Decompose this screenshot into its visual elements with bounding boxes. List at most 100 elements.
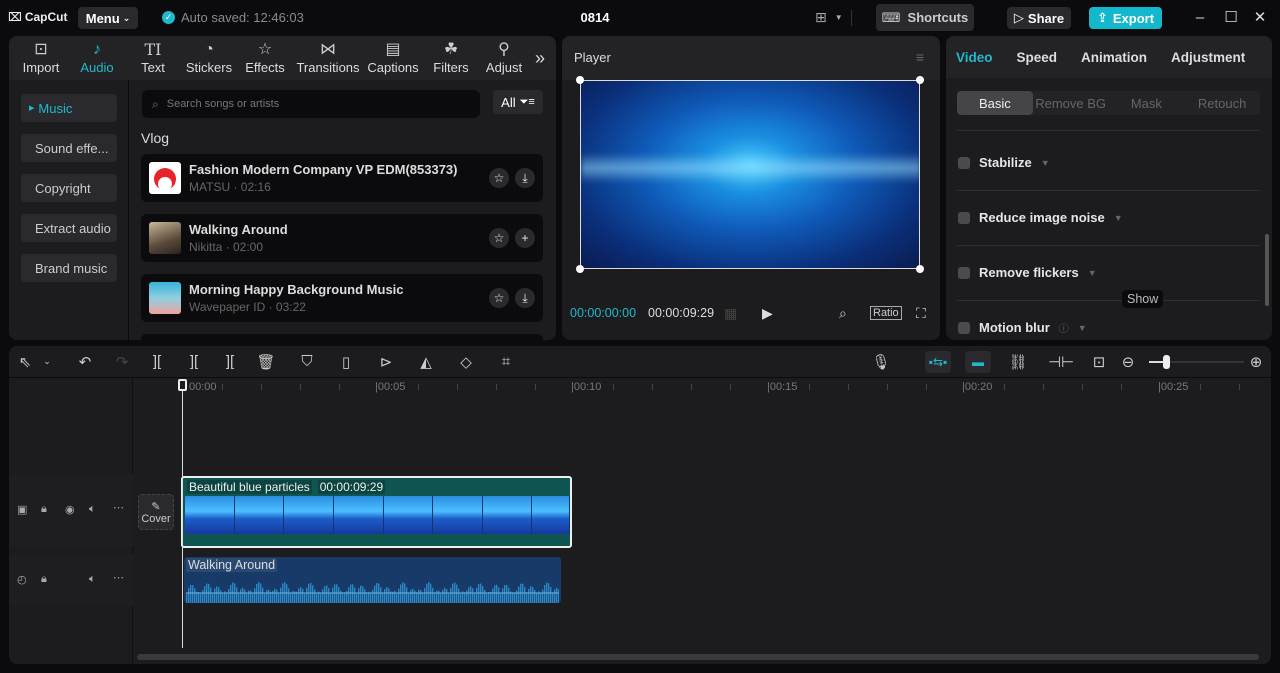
zoom-to-fit-button[interactable]: ⊡ <box>1089 353 1109 371</box>
video-preview[interactable] <box>580 80 920 269</box>
auto-snap-button[interactable]: ▬ <box>965 351 991 373</box>
project-title[interactable]: 0814 <box>560 10 630 25</box>
share-button[interactable]: ▷ Share <box>1007 7 1071 29</box>
caret-down-icon[interactable]: ▼ <box>1114 213 1123 223</box>
favorite-button[interactable]: ☆ <box>489 228 509 248</box>
play-button[interactable]: ▶ <box>762 305 773 322</box>
search-input[interactable]: ⌕ Search songs or artists <box>142 90 480 118</box>
resize-handle[interactable] <box>576 76 584 84</box>
caret-down-icon[interactable]: ▼ <box>1078 323 1087 333</box>
sidebar-item-brand-music[interactable]: Brand music <box>21 254 117 282</box>
resize-handle[interactable] <box>916 265 924 273</box>
tool-filters[interactable]: ☘ Filters <box>423 36 479 80</box>
undo-button[interactable]: ↶ <box>75 353 95 371</box>
track-more-button[interactable]: ⋯ <box>113 571 124 584</box>
maximize-button[interactable]: ☐ <box>1221 8 1241 28</box>
zoom-out-button[interactable]: ⊖ <box>1118 353 1138 371</box>
subtab-retouch[interactable]: Retouch <box>1184 91 1260 115</box>
song-item[interactable] <box>141 334 543 340</box>
filter-button[interactable]: All ⏷≡ <box>493 90 543 114</box>
timeline-ruler[interactable]: 00:00 |00:05 |00:10 |00:15 |00:20 |00:25 <box>133 378 1271 400</box>
song-item[interactable]: Morning Happy Background Music Wavepaper… <box>141 274 543 322</box>
subtab-mask[interactable]: Mask <box>1109 91 1185 115</box>
fit-zoom-button[interactable]: ⌕ <box>839 305 847 322</box>
subtab-basic[interactable]: Basic <box>957 91 1033 115</box>
download-button[interactable]: ⤓ <box>515 168 535 188</box>
delete-button[interactable]: 🗑 <box>256 353 276 371</box>
fullscreen-button[interactable]: ⛶ <box>916 305 926 322</box>
audio-clip[interactable]: Walking Around <box>184 557 561 603</box>
tab-speed[interactable]: Speed <box>1017 50 1058 65</box>
sidebar-item-sound-effects[interactable]: Sound effe... <box>21 134 117 162</box>
tool-captions[interactable]: ▤ Captions <box>363 36 423 80</box>
tool-transitions[interactable]: ⋈ Transitions <box>293 36 363 80</box>
shortcuts-button[interactable]: ⌨ Shortcuts <box>876 4 974 31</box>
zoom-in-button[interactable]: ⊕ <box>1246 353 1266 371</box>
export-button[interactable]: ⇪ Export <box>1089 7 1162 29</box>
playhead-line[interactable] <box>182 380 183 648</box>
record-voice-button[interactable]: 🎙 <box>871 353 891 371</box>
zoom-slider-handle[interactable] <box>1163 355 1171 369</box>
song-item[interactable]: Walking Around Nikitta · 02:00 ☆ + <box>141 214 543 262</box>
remove-flickers-checkbox[interactable] <box>958 266 970 279</box>
properties-scrollbar[interactable] <box>1265 234 1269 306</box>
player-menu-button[interactable]: ≡ <box>916 49 924 65</box>
hide-track-button[interactable]: ◉ <box>65 503 75 516</box>
tool-effects[interactable]: ☆ Effects <box>237 36 293 80</box>
resize-handle[interactable] <box>576 265 584 273</box>
ratio-button[interactable]: Ratio <box>870 306 902 320</box>
tool-text[interactable]: TI Text <box>125 36 181 80</box>
chevron-down-icon[interactable]: ⌄ <box>37 356 57 367</box>
tab-video[interactable]: Video <box>956 50 993 65</box>
subtab-remove-bg[interactable]: Remove BG <box>1033 91 1109 115</box>
split-button[interactable]: ][ <box>147 353 167 370</box>
resize-handle[interactable] <box>916 76 924 84</box>
favorite-button[interactable]: ☆ <box>489 288 509 308</box>
marker-button[interactable]: ⛉ <box>297 353 317 370</box>
layout-button[interactable]: ⊞ ▼ <box>815 9 852 26</box>
main-track-magnet-button[interactable]: ▪⇆▪ <box>925 351 951 373</box>
song-item[interactable]: Fashion Modern Company VP EDM(853373) MA… <box>141 154 543 202</box>
reduce-noise-checkbox[interactable] <box>958 211 970 224</box>
select-tool-button[interactable]: ⇖ <box>15 353 35 371</box>
close-button[interactable]: ✕ <box>1250 8 1270 28</box>
freeze-button[interactable]: ▯ <box>336 353 356 371</box>
grid-view-icon[interactable]: ▦ <box>724 305 737 322</box>
favorite-button[interactable]: ☆ <box>489 168 509 188</box>
cover-button[interactable]: ✎ Cover <box>138 494 174 530</box>
reverse-button[interactable]: ⊳ <box>376 353 396 371</box>
tool-stickers[interactable]: ◔ Stickers <box>181 36 237 80</box>
tool-import[interactable]: ⊡ Import <box>13 36 69 80</box>
track-more-button[interactable]: ⋯ <box>113 501 124 514</box>
tool-adjust[interactable]: ⚲ Adjust <box>479 36 529 80</box>
preview-axis-button[interactable]: ⊣⊢ <box>1048 353 1074 371</box>
timeline-scrollbar[interactable] <box>137 654 1259 660</box>
split-right-button[interactable]: ][ <box>220 353 240 370</box>
add-to-timeline-button[interactable]: + <box>515 228 535 248</box>
mute-track-button[interactable]: 🔈︎ <box>89 503 96 516</box>
redo-button[interactable]: ↷ <box>112 353 132 371</box>
rotate-button[interactable]: ◇ <box>456 353 476 371</box>
sidebar-item-extract-audio[interactable]: Extract audio <box>21 214 117 242</box>
mute-track-button[interactable]: 🔈︎ <box>89 573 96 586</box>
more-tools-button[interactable]: » <box>529 36 551 80</box>
sidebar-item-music[interactable]: ▶ Music <box>21 94 117 122</box>
lock-track-button[interactable]: 🔒︎ <box>41 503 47 516</box>
menu-button[interactable]: Menu ⌄ <box>78 7 138 29</box>
sidebar-item-copyright[interactable]: Copyright <box>21 174 117 202</box>
help-icon[interactable]: ⓘ <box>1059 320 1069 335</box>
minimize-button[interactable]: – <box>1190 8 1210 28</box>
playhead-handle[interactable] <box>178 379 187 391</box>
stabilize-checkbox[interactable] <box>958 156 970 169</box>
caret-down-icon[interactable]: ▼ <box>1041 158 1050 168</box>
video-clip[interactable]: Beautiful blue particles 00:00:09:29 <box>181 476 572 548</box>
mirror-button[interactable]: ◭ <box>416 353 436 371</box>
link-button[interactable]: ⛓ <box>1008 353 1028 371</box>
tab-animation[interactable]: Animation <box>1081 50 1147 65</box>
caret-down-icon[interactable]: ▼ <box>1088 268 1097 278</box>
motion-blur-checkbox[interactable] <box>958 321 970 334</box>
download-button[interactable]: ⤓ <box>515 288 535 308</box>
tab-adjustment[interactable]: Adjustment <box>1171 50 1245 65</box>
lock-track-button[interactable]: 🔒︎ <box>41 573 47 586</box>
crop-button[interactable]: ⌗ <box>496 353 516 370</box>
